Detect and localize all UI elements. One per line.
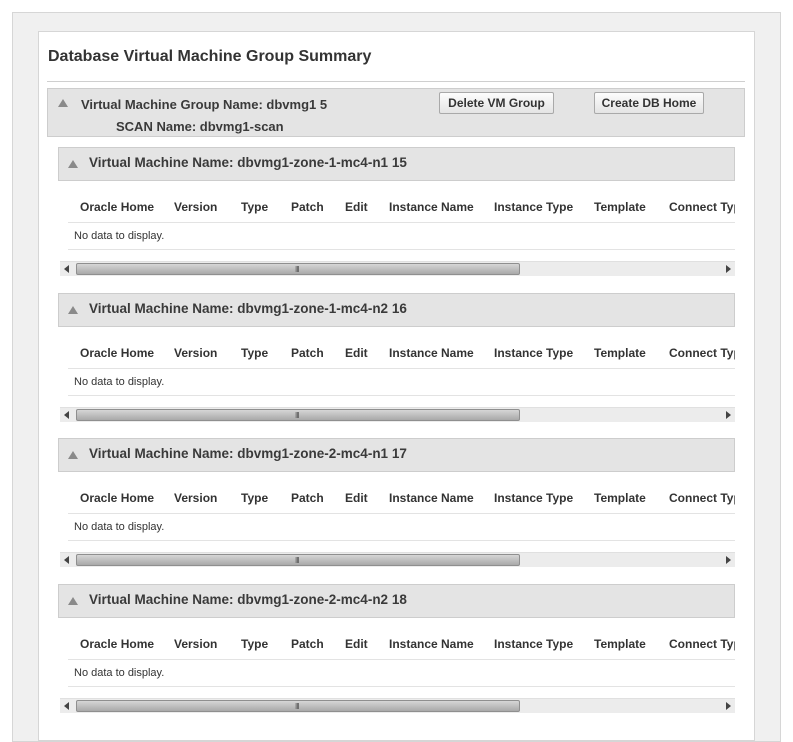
column-header[interactable]: Edit bbox=[345, 346, 368, 360]
column-header[interactable]: Patch bbox=[291, 491, 324, 505]
delete-vm-group-button[interactable]: Delete VM Group bbox=[439, 92, 554, 114]
empty-message: No data to display. bbox=[74, 667, 165, 679]
column-header[interactable]: Version bbox=[174, 346, 217, 360]
arrow-right-icon[interactable] bbox=[726, 411, 731, 419]
scrollbar-grip: III bbox=[295, 556, 300, 565]
row-divider bbox=[68, 513, 735, 514]
column-header[interactable]: Edit bbox=[345, 200, 368, 214]
arrow-left-icon[interactable] bbox=[64, 556, 69, 564]
horizontal-scrollbar[interactable]: III bbox=[60, 698, 735, 713]
column-header[interactable]: Type bbox=[241, 491, 268, 505]
horizontal-scrollbar[interactable]: III bbox=[60, 407, 735, 422]
create-db-home-button[interactable]: Create DB Home bbox=[594, 92, 704, 114]
arrow-left-icon[interactable] bbox=[64, 265, 69, 273]
column-header[interactable]: Instance Type bbox=[494, 491, 573, 505]
column-header[interactable]: Patch bbox=[291, 637, 324, 651]
column-header[interactable]: Type bbox=[241, 346, 268, 360]
column-header[interactable]: Connect Typ bbox=[669, 637, 735, 651]
column-header[interactable]: Instance Name bbox=[389, 637, 474, 651]
column-header[interactable]: Instance Type bbox=[494, 637, 573, 651]
row-divider bbox=[68, 368, 735, 369]
column-header[interactable]: Instance Name bbox=[389, 491, 474, 505]
vm-group-name: Virtual Machine Group Name: dbvmg1 5 bbox=[81, 97, 328, 112]
column-header[interactable]: Version bbox=[174, 200, 217, 214]
scrollbar-grip: III bbox=[295, 411, 300, 420]
scrollbar-thumb[interactable]: III bbox=[76, 409, 520, 421]
page-title: Database Virtual Machine Group Summary bbox=[48, 48, 372, 65]
horizontal-scrollbar[interactable]: III bbox=[60, 552, 735, 567]
title-divider bbox=[47, 81, 745, 82]
collapse-group-icon[interactable] bbox=[58, 99, 68, 107]
vm-section: Virtual Machine Name: dbvmg1-zone-2-mc4-… bbox=[58, 584, 735, 713]
column-header[interactable]: Version bbox=[174, 637, 217, 651]
column-header[interactable]: Template bbox=[594, 346, 646, 360]
vm-table: Oracle Home Version Type Patch Edit Instance … bbox=[58, 147, 735, 275]
vm-table: Oracle Home Version Type Patch Edit Instance … bbox=[58, 584, 735, 712]
column-header[interactable]: Oracle Home bbox=[80, 491, 154, 505]
row-divider bbox=[68, 395, 735, 396]
vm-section: Virtual Machine Name: dbvmg1-zone-1-mc4-… bbox=[58, 147, 735, 276]
scrollbar-thumb[interactable]: III bbox=[76, 554, 520, 566]
column-header[interactable]: Version bbox=[174, 491, 217, 505]
vm-section: Virtual Machine Name: dbvmg1-zone-2-mc4-… bbox=[58, 438, 735, 567]
column-header[interactable]: Connect Typ bbox=[669, 346, 735, 360]
scrollbar-thumb[interactable]: III bbox=[76, 700, 520, 712]
column-header[interactable]: Instance Type bbox=[494, 200, 573, 214]
column-header[interactable]: Template bbox=[594, 200, 646, 214]
row-divider bbox=[68, 222, 735, 223]
empty-message: No data to display. bbox=[74, 230, 165, 242]
arrow-right-icon[interactable] bbox=[726, 702, 731, 710]
column-header[interactable]: Template bbox=[594, 637, 646, 651]
row-divider bbox=[68, 540, 735, 541]
vm-section: Virtual Machine Name: dbvmg1-zone-1-mc4-… bbox=[58, 293, 735, 422]
arrow-right-icon[interactable] bbox=[726, 556, 731, 564]
scrollbar-grip: III bbox=[295, 702, 300, 711]
empty-message: No data to display. bbox=[74, 376, 165, 388]
scan-name: SCAN Name: dbvmg1-scan bbox=[116, 119, 284, 134]
column-header[interactable]: Edit bbox=[345, 491, 368, 505]
scrollbar-thumb[interactable]: III bbox=[76, 263, 520, 275]
row-divider bbox=[68, 686, 735, 687]
column-header[interactable]: Template bbox=[594, 491, 646, 505]
column-header[interactable]: Connect Typ bbox=[669, 491, 735, 505]
column-header[interactable]: Type bbox=[241, 637, 268, 651]
column-header[interactable]: Type bbox=[241, 200, 268, 214]
arrow-left-icon[interactable] bbox=[64, 702, 69, 710]
scrollbar-grip: III bbox=[295, 265, 300, 274]
vm-table: Oracle Home Version Type Patch Edit Instance … bbox=[58, 293, 735, 421]
column-header[interactable]: Patch bbox=[291, 200, 324, 214]
column-header[interactable]: Connect Typ bbox=[669, 200, 735, 214]
vm-table: Oracle Home Version Type Patch Edit Instance … bbox=[58, 438, 735, 566]
column-header[interactable]: Oracle Home bbox=[80, 637, 154, 651]
column-header[interactable]: Instance Type bbox=[494, 346, 573, 360]
column-header[interactable]: Oracle Home bbox=[80, 346, 154, 360]
empty-message: No data to display. bbox=[74, 521, 165, 533]
column-header[interactable]: Edit bbox=[345, 637, 368, 651]
arrow-left-icon[interactable] bbox=[64, 411, 69, 419]
column-header[interactable]: Instance Name bbox=[389, 200, 474, 214]
arrow-right-icon[interactable] bbox=[726, 265, 731, 273]
horizontal-scrollbar[interactable]: III bbox=[60, 261, 735, 276]
column-header[interactable]: Patch bbox=[291, 346, 324, 360]
column-header[interactable]: Instance Name bbox=[389, 346, 474, 360]
column-header[interactable]: Oracle Home bbox=[80, 200, 154, 214]
row-divider bbox=[68, 249, 735, 250]
row-divider bbox=[68, 659, 735, 660]
